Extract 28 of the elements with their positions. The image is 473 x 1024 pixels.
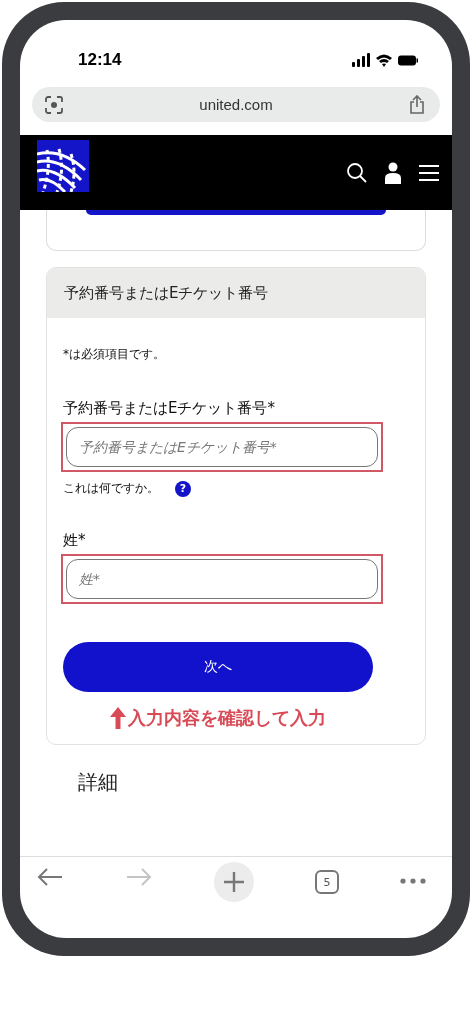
arrow-up-icon [110,707,126,729]
help-icon[interactable]: ? [175,480,191,497]
required-note: *は必須項目です。 [63,346,166,363]
back-arrow-icon[interactable] [36,866,64,888]
field-label: 姓* [63,531,87,550]
card-title: 予約番号またはEチケット番号 [64,283,269,303]
section-heading: 詳細 [78,769,119,796]
next-button[interactable]: 次へ [63,642,373,692]
annotation-text: 入力内容を確認して入力 [128,706,326,730]
battery-icon [398,55,418,66]
input-field[interactable]: 予約番号またはEチケット番号* [66,427,378,467]
field-label: 予約番号またはEチケット番号* [63,399,276,418]
url-text: united.com [199,96,273,113]
search-icon[interactable] [346,161,368,184]
more-icon[interactable] [400,878,426,884]
help-link[interactable]: これは何ですか。 [63,480,159,497]
logo-icon[interactable] [37,139,89,192]
share-icon[interactable] [408,94,426,115]
tab-count-button[interactable]: 5 [315,870,339,894]
clock: 12:14 [78,50,122,70]
wifi-icon [376,53,392,68]
person-icon[interactable] [385,161,401,184]
address-bar[interactable]: united.com [32,87,440,122]
camera-scan-icon[interactable] [44,94,64,115]
input-field[interactable]: 姓* [66,559,378,599]
signal-icon [352,53,370,68]
menu-icon[interactable] [418,163,440,182]
plus-icon[interactable] [214,862,254,902]
